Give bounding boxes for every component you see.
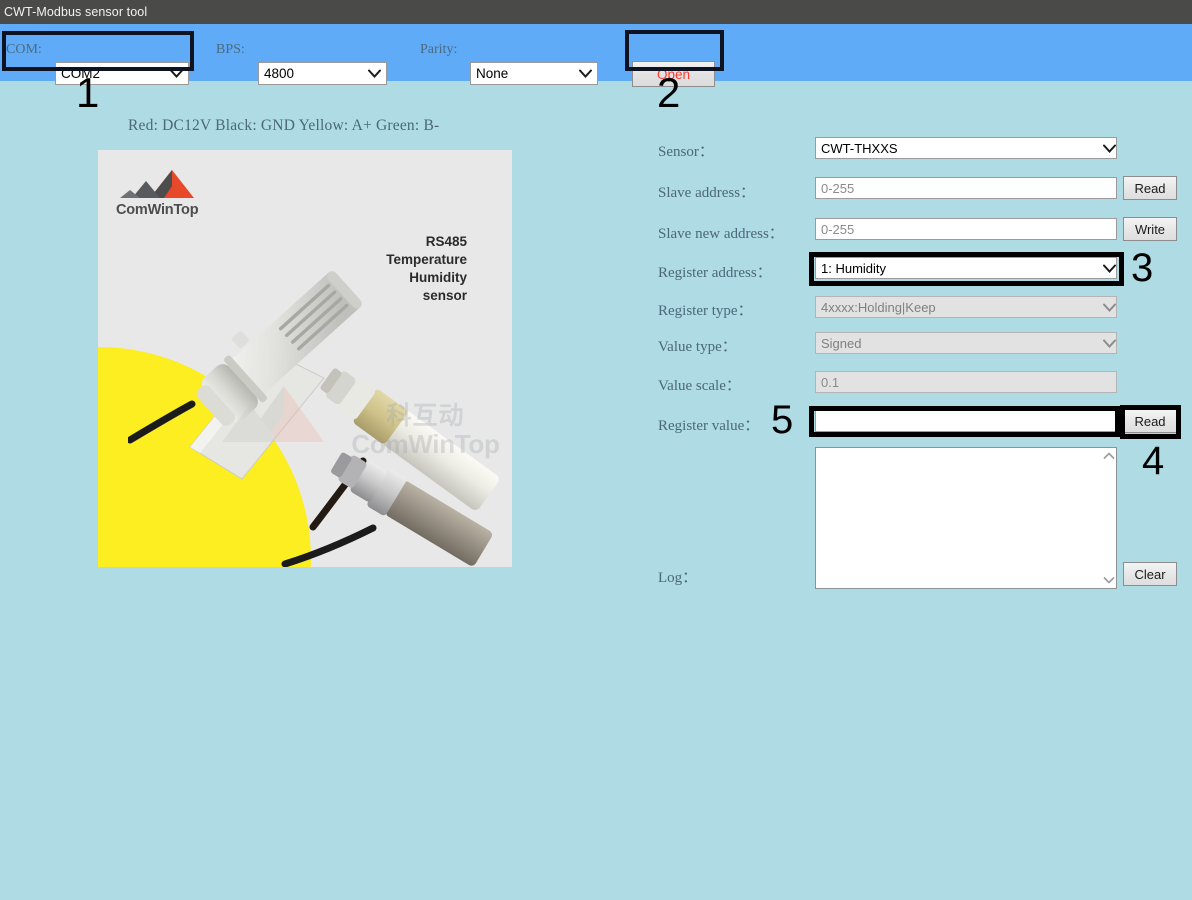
annotation-number-1: 1 bbox=[76, 69, 100, 116]
register-value-label: Register value： bbox=[658, 418, 760, 434]
chevron-down-icon bbox=[1103, 339, 1116, 348]
annotation-number-4: 4 bbox=[1142, 439, 1165, 483]
log-clear-button[interactable]: Clear bbox=[1123, 562, 1177, 586]
register-type-label: Register type： bbox=[658, 303, 753, 319]
sensor-label: Sensor： bbox=[658, 144, 714, 160]
chevron-down-icon bbox=[1103, 144, 1116, 153]
log-label: Log： bbox=[658, 570, 698, 586]
register-value-read-label: Read bbox=[1134, 413, 1166, 429]
caption-line-4: sensor bbox=[422, 288, 467, 303]
value-scale-value: 0.1 bbox=[821, 374, 840, 390]
chevron-down-icon bbox=[1103, 303, 1116, 312]
sensor-value: CWT-THXXS bbox=[821, 140, 898, 156]
slave-new-address-input[interactable]: 0-255 bbox=[815, 218, 1117, 240]
caption-line-2: Temperature bbox=[386, 252, 467, 267]
bps-value: 4800 bbox=[264, 66, 295, 81]
watermark-en: ComWinTop bbox=[351, 429, 500, 459]
annotation-number-3: 3 bbox=[1131, 246, 1154, 290]
value-type-label: Value type： bbox=[658, 339, 737, 355]
register-value-input[interactable] bbox=[815, 410, 1117, 432]
logo-wordmark: ComWinTop bbox=[116, 202, 199, 218]
watermark-cn: 科互动 bbox=[386, 401, 465, 430]
window-titlebar: CWT-Modbus sensor tool bbox=[0, 0, 1192, 24]
register-address-selector[interactable]: 1: Humidity bbox=[815, 257, 1117, 279]
log-textarea[interactable] bbox=[815, 447, 1117, 589]
annotation-number-5: 5 bbox=[771, 398, 794, 442]
slave-new-address-write-button[interactable]: Write bbox=[1123, 217, 1177, 241]
slave-new-address-write-label: Write bbox=[1134, 221, 1166, 237]
slave-address-label: Slave address： bbox=[658, 185, 756, 201]
value-scale-input: 0.1 bbox=[815, 371, 1117, 393]
parity-selector[interactable]: None bbox=[470, 62, 598, 85]
register-address-value: 1: Humidity bbox=[821, 260, 887, 276]
log-scrollbar[interactable] bbox=[1100, 448, 1116, 588]
caption-line-1: RS485 bbox=[425, 234, 467, 249]
parity-value: None bbox=[476, 66, 509, 81]
value-type-selector[interactable]: Signed bbox=[815, 332, 1117, 354]
chevron-down-icon bbox=[166, 63, 186, 84]
chevron-down-icon bbox=[575, 63, 595, 84]
register-type-selector[interactable]: 4xxxx:Holding|Keep bbox=[815, 296, 1117, 318]
slave-address-placeholder: 0-255 bbox=[821, 180, 855, 196]
chevron-down-icon bbox=[1103, 264, 1116, 273]
window-title: CWT-Modbus sensor tool bbox=[4, 5, 148, 19]
value-scale-label: Value scale： bbox=[658, 378, 741, 394]
value-type-value: Signed bbox=[821, 335, 862, 351]
slave-address-input[interactable]: 0-255 bbox=[815, 177, 1117, 199]
register-address-label: Register address： bbox=[658, 265, 772, 281]
log-content bbox=[816, 448, 1100, 588]
connection-toolbar: COM: COM2 BPS: 4800 Parity: None Open bbox=[0, 24, 1192, 87]
bps-selector[interactable]: 4800 bbox=[258, 62, 387, 85]
bps-label: BPS: bbox=[216, 42, 245, 57]
slave-address-read-button[interactable]: Read bbox=[1123, 176, 1177, 200]
comwintop-logo: ComWinTop bbox=[116, 168, 226, 220]
slave-address-read-label: Read bbox=[1134, 180, 1166, 196]
caption-line-3: Humidity bbox=[409, 270, 467, 285]
log-clear-label: Clear bbox=[1134, 566, 1166, 582]
register-type-value: 4xxxx:Holding|Keep bbox=[821, 299, 936, 315]
slave-new-address-placeholder: 0-255 bbox=[821, 221, 855, 237]
watermark-text: 科互动 ComWinTop bbox=[298, 402, 512, 476]
parity-label: Parity: bbox=[420, 42, 458, 57]
scroll-up-icon[interactable] bbox=[1102, 452, 1115, 460]
wiring-legend: Red: DC12V Black: GND Yellow: A+ Green: … bbox=[128, 117, 440, 134]
chevron-down-icon bbox=[364, 63, 384, 84]
product-caption: RS485 Temperature Humidity sensor bbox=[386, 233, 467, 305]
scroll-down-icon[interactable] bbox=[1102, 576, 1115, 584]
annotation-number-2: 2 bbox=[657, 69, 681, 116]
register-value-read-button[interactable]: Read bbox=[1123, 409, 1177, 433]
product-photo: ComWinTop RS485 Temperature Humidity sen… bbox=[98, 150, 512, 567]
slave-new-address-label: Slave new address： bbox=[658, 226, 784, 242]
logo-mark-icon bbox=[120, 170, 194, 198]
com-label: COM: bbox=[6, 42, 42, 57]
sensor-selector[interactable]: CWT-THXXS bbox=[815, 137, 1117, 159]
